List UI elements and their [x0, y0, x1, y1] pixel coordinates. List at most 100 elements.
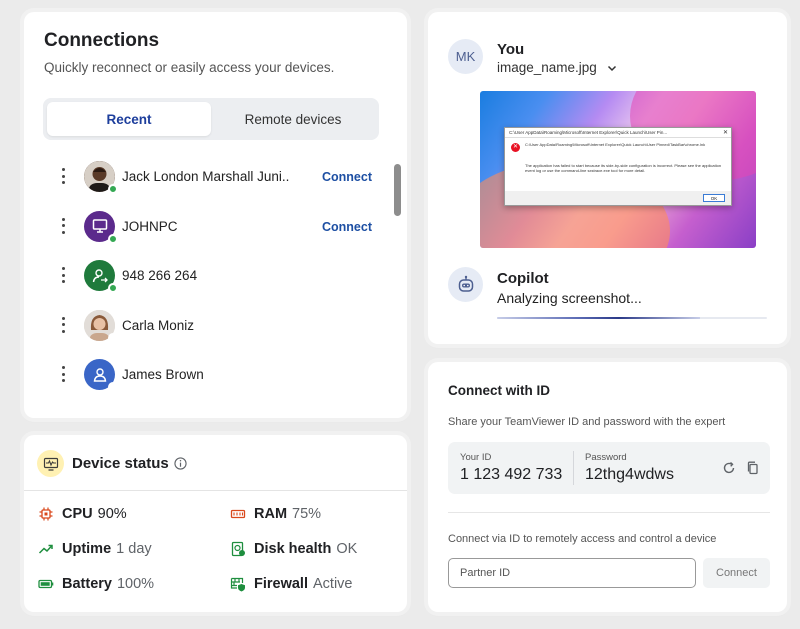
- password-value: 12thg4wdws: [585, 466, 674, 483]
- stat-value: Active: [313, 576, 353, 592]
- device-list: Jack London Marshall Juni.. Connect JOHN…: [24, 152, 394, 400]
- stat-ram: RAM 75%: [230, 506, 321, 522]
- progress-fill: [497, 317, 700, 319]
- remote-user-icon: [92, 268, 108, 282]
- device-name: Carla Moniz: [122, 317, 195, 333]
- stat-label: Firewall: [254, 576, 308, 592]
- disk-health-icon: [231, 541, 245, 557]
- cpu-icon: [39, 507, 53, 521]
- more-options-icon[interactable]: [58, 263, 68, 287]
- offline-status-dot: [108, 332, 118, 343]
- connections-card: Connections Quickly reconnect or easily …: [24, 12, 407, 418]
- monitor-icon: [92, 219, 107, 233]
- stat-label: Disk health: [254, 541, 332, 557]
- partner-id-input[interactable]: [448, 558, 696, 588]
- attached-screenshot[interactable]: C:\User AppData\Roaming\Microsoft\Intern…: [480, 91, 756, 248]
- connect-button[interactable]: Connect: [322, 220, 372, 234]
- stat-value: 1 day: [116, 541, 152, 557]
- tab-remote-devices[interactable]: Remote devices: [211, 102, 375, 136]
- more-options-icon[interactable]: [58, 313, 68, 337]
- online-status-dot: [108, 184, 118, 194]
- battery-icon: [38, 579, 54, 589]
- stat-label: RAM: [254, 506, 288, 522]
- scrollbar[interactable]: [394, 164, 401, 216]
- device-name: James Brown: [122, 367, 204, 382]
- device-name: Jack London Marshall Juni..: [122, 169, 290, 184]
- stat-firewall: Firewall Active: [230, 576, 353, 592]
- error-icon: ✕: [511, 143, 520, 152]
- stat-uptime: Uptime 1 day: [38, 541, 152, 557]
- stat-label: Battery: [62, 576, 112, 592]
- refresh-icon[interactable]: [722, 461, 736, 475]
- share-id-text: Share your TeamViewer ID and password wi…: [448, 416, 726, 428]
- stat-battery: Battery 100%: [38, 576, 154, 592]
- device-row[interactable]: Carla Moniz: [24, 301, 394, 351]
- avatar: [84, 161, 118, 194]
- online-status-dot: [108, 233, 118, 244]
- error-dialog: C:\User AppData\Roaming\Microsoft\Intern…: [504, 127, 732, 206]
- info-icon[interactable]: [174, 457, 187, 470]
- dialog-message: The application has failed to start beca…: [525, 163, 722, 173]
- connections-title: Connections: [44, 30, 160, 51]
- more-options-icon[interactable]: [58, 164, 68, 188]
- device-row[interactable]: James Brown: [24, 350, 394, 400]
- avatar: [84, 260, 118, 293]
- copilot-avatar: [448, 267, 483, 302]
- stat-label: Uptime: [62, 541, 112, 557]
- attachment-dropdown[interactable]: image_name.jpg: [497, 60, 617, 75]
- credentials-box: Your ID 1 123 492 733 Password 12thg4wdw…: [448, 442, 770, 494]
- user-icon: [93, 367, 106, 382]
- uptime-icon: [38, 544, 53, 554]
- device-row[interactable]: JOHNPC Connect: [24, 202, 394, 252]
- connect-via-text: Connect via ID to remotely access and co…: [448, 533, 717, 545]
- bot-icon: [458, 275, 473, 292]
- device-status-card: Device status CPU 90% RAM 75% Uptime 1 d…: [24, 435, 407, 612]
- stat-value: 90%: [97, 506, 127, 522]
- copilot-status: Analyzing screenshot...: [497, 290, 642, 306]
- firewall-icon: [230, 577, 245, 592]
- dialog-ok-button: OK: [703, 194, 725, 202]
- health-monitor-icon: [37, 450, 64, 477]
- avatar: [84, 309, 118, 343]
- attachment-name: image_name.jpg: [497, 60, 597, 75]
- stat-value: OK: [336, 541, 358, 557]
- device-row[interactable]: Jack London Marshall Juni.. Connect: [24, 152, 394, 202]
- more-options-icon[interactable]: [58, 214, 68, 238]
- close-icon: ✕: [722, 130, 728, 136]
- connections-subtitle: Quickly reconnect or easily access your …: [44, 60, 335, 75]
- device-row[interactable]: 948 266 264: [24, 251, 394, 301]
- offline-status-dot: [108, 382, 118, 392]
- your-id-value: 1 123 492 733: [460, 466, 563, 483]
- avatar: [84, 359, 118, 392]
- user-avatar: MK: [448, 39, 483, 74]
- stat-cpu: CPU 90%: [38, 506, 127, 522]
- more-options-icon[interactable]: [58, 362, 68, 386]
- connect-id-title: Connect with ID: [448, 383, 550, 398]
- stat-label: CPU: [62, 506, 93, 522]
- avatar: [84, 210, 118, 244]
- connect-button[interactable]: Connect: [703, 558, 770, 588]
- dialog-path: C:\User AppData\Roaming\Microsoft\Intern…: [525, 142, 706, 147]
- connections-tabs: Recent Remote devices: [43, 98, 379, 140]
- copilot-chat-card: MK You image_name.jpg C:\User AppData\Ro…: [428, 12, 787, 344]
- your-id-label: Your ID: [460, 452, 492, 463]
- ram-icon: [230, 509, 246, 519]
- device-status-header: Device status: [24, 435, 407, 491]
- copilot-name: Copilot: [497, 270, 549, 287]
- device-name: 948 266 264: [122, 268, 198, 283]
- dialog-title: C:\User AppData\Roaming\Microsoft\Intern…: [505, 128, 731, 138]
- stat-value: 75%: [292, 506, 322, 522]
- connect-with-id-card: Connect with ID Share your TeamViewer ID…: [428, 362, 787, 612]
- password-label: Password: [585, 452, 627, 463]
- connect-button[interactable]: Connect: [322, 170, 372, 184]
- analysis-progress-bar: [497, 317, 767, 319]
- stat-value: 100%: [116, 576, 155, 592]
- device-name: JOHNPC: [122, 218, 178, 234]
- stat-disk-health: Disk health OK: [230, 541, 357, 557]
- user-name: You: [497, 41, 525, 58]
- device-status-title: Device status: [72, 455, 169, 472]
- tab-recent[interactable]: Recent: [47, 102, 211, 136]
- chevron-down-icon: [607, 66, 616, 72]
- online-status-dot: [108, 283, 118, 293]
- copy-icon[interactable]: [746, 461, 760, 475]
